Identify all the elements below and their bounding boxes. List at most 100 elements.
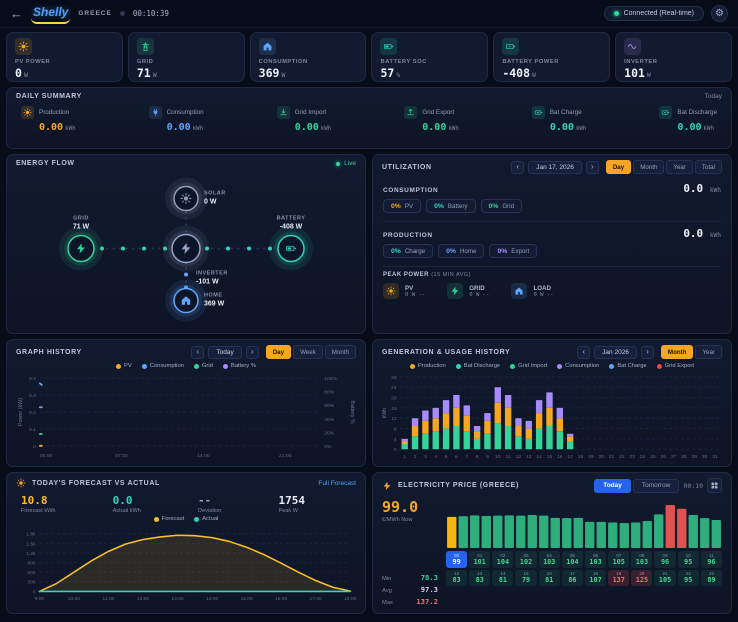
price-cell-20[interactable]: 20125 bbox=[631, 570, 652, 587]
shelly-logo[interactable]: Shelly bbox=[31, 3, 70, 24]
daily-summary-title: DAILY SUMMARY bbox=[16, 93, 82, 100]
price-cell-13[interactable]: 1383 bbox=[469, 570, 490, 587]
kpi-card-battery-power[interactable]: BATTERY POWER-408W bbox=[493, 32, 610, 82]
price-value: 95 bbox=[678, 576, 699, 584]
graph-mode-week-button[interactable]: Week bbox=[293, 345, 323, 359]
utilization-mode-year-button[interactable]: Year bbox=[666, 160, 693, 174]
date-prev-button[interactable]: ‹ bbox=[511, 161, 524, 174]
price-cell-08[interactable]: 08103 bbox=[631, 551, 652, 568]
price-cell-02[interactable]: 02104 bbox=[492, 551, 513, 568]
price-value: 81 bbox=[539, 576, 560, 584]
svg-text:INVERTER: INVERTER bbox=[196, 271, 228, 277]
topbar-right: Connected (Real-time) ⚙ bbox=[604, 5, 728, 22]
price-cell-10[interactable]: 1095 bbox=[678, 551, 699, 568]
live-badge: Live bbox=[336, 160, 356, 167]
flow-node-solar[interactable] bbox=[165, 178, 207, 220]
grid-view-icon[interactable] bbox=[707, 478, 722, 493]
consumption-source-pv-badge[interactable]: 0%PV bbox=[383, 199, 421, 213]
price-cell-18[interactable]: 18107 bbox=[585, 570, 606, 587]
flow-node-grid[interactable] bbox=[59, 227, 103, 271]
kpi-card-consumption[interactable]: CONSUMPTION369W bbox=[250, 32, 367, 82]
generation-prev-button[interactable]: ‹ bbox=[577, 346, 590, 359]
kpi-card-grid[interactable]: GRID71W bbox=[128, 32, 245, 82]
consumption-source-pv-label: PV bbox=[405, 203, 413, 210]
price-cell-14[interactable]: 1481 bbox=[492, 570, 513, 587]
price-cell-12[interactable]: 1283 bbox=[446, 570, 467, 587]
production-dest-home-badge[interactable]: 0%Home bbox=[438, 244, 484, 258]
price-cell-09[interactable]: 0996 bbox=[654, 551, 675, 568]
flow-node-inverter[interactable] bbox=[163, 226, 209, 272]
price-cell-06[interactable]: 06103 bbox=[585, 551, 606, 568]
price-cell-23[interactable]: 2389 bbox=[701, 570, 722, 587]
price-cell-19[interactable]: 19137 bbox=[608, 570, 629, 587]
consumption-source-grid-percent: 0% bbox=[489, 203, 499, 210]
price-cell-03[interactable]: 03102 bbox=[515, 551, 536, 568]
generation-mode-month-button[interactable]: Month bbox=[661, 345, 694, 359]
price-cell-07[interactable]: 07105 bbox=[608, 551, 629, 568]
svg-text:18:00: 18:00 bbox=[344, 596, 356, 602]
price-cell-00[interactable]: 0099 bbox=[446, 551, 467, 568]
price-cell-22[interactable]: 2295 bbox=[678, 570, 699, 587]
legend-battery-[interactable]: Battery % bbox=[223, 363, 256, 369]
price-cell-05[interactable]: 05104 bbox=[562, 551, 583, 568]
svg-text:26: 26 bbox=[661, 454, 667, 460]
legend-pv[interactable]: PV bbox=[116, 363, 132, 369]
consumption-source-grid-badge[interactable]: 0%Grid bbox=[481, 199, 523, 213]
full-forecast-link[interactable]: Full Forecast bbox=[318, 480, 356, 487]
legend-forecast[interactable]: Forecast bbox=[154, 516, 185, 522]
svg-text:10:00: 10:00 bbox=[68, 596, 80, 602]
graph-mode-day-button[interactable]: Day bbox=[266, 345, 291, 359]
legend-consumption[interactable]: Consumption bbox=[142, 363, 184, 369]
legend-grid-export[interactable]: Grid Export bbox=[657, 363, 694, 369]
legend-production[interactable]: Production bbox=[410, 363, 446, 369]
utilization-mode-day-button[interactable]: Day bbox=[606, 160, 631, 174]
settings-gear-icon[interactable]: ⚙ bbox=[711, 5, 728, 22]
graph-date-picker[interactable]: Today bbox=[208, 346, 241, 359]
peak-value: 0 W -- bbox=[469, 292, 489, 298]
generation-header: GENERATION & USAGE HISTORY ‹ Jan 2026 › … bbox=[373, 340, 731, 362]
price-cell-16[interactable]: 1681 bbox=[539, 570, 560, 587]
price-tab-tomorrow-button[interactable]: Tomorrow bbox=[633, 479, 680, 493]
graph-mode-month-button[interactable]: Month bbox=[325, 345, 356, 359]
flow-node-home[interactable] bbox=[165, 280, 207, 322]
legend-grid-import[interactable]: Grid Import bbox=[510, 363, 547, 369]
peak-name: LOAD bbox=[533, 285, 553, 292]
summary-number: 0.00 bbox=[677, 122, 701, 133]
legend-bat-discharge[interactable]: Bat Discharge bbox=[456, 363, 500, 369]
generation-mode-year-button[interactable]: Year bbox=[695, 345, 722, 359]
legend-grid[interactable]: Grid bbox=[194, 363, 213, 369]
price-cell-15[interactable]: 1579 bbox=[515, 570, 536, 587]
svg-text:10: 10 bbox=[495, 454, 501, 460]
summary-item-top: Bat Discharge bbox=[659, 106, 717, 119]
consumption-source-battery-badge[interactable]: 0%Battery bbox=[426, 199, 475, 213]
connection-status-badge[interactable]: Connected (Real-time) bbox=[604, 6, 704, 21]
kpi-card-pv-power[interactable]: PV POWER0W bbox=[6, 32, 123, 82]
svg-text:9:00: 9:00 bbox=[35, 596, 45, 602]
legend-actual[interactable]: Actual bbox=[194, 516, 218, 522]
legend-bat-charge[interactable]: Bat Charge bbox=[609, 363, 646, 369]
graph-next-button[interactable]: › bbox=[246, 346, 259, 359]
price-cell-21[interactable]: 21105 bbox=[654, 570, 675, 587]
kpi-card-inverter[interactable]: INVERTER101W bbox=[615, 32, 732, 82]
price-tab-today-button[interactable]: Today bbox=[594, 479, 631, 493]
utilization-mode-total-button[interactable]: Total bbox=[695, 160, 722, 174]
price-cell-04[interactable]: 04103 bbox=[539, 551, 560, 568]
production-dest-export-badge[interactable]: 0%Export bbox=[489, 244, 537, 258]
generation-next-button[interactable]: › bbox=[641, 346, 654, 359]
price-cell-11[interactable]: 1196 bbox=[701, 551, 722, 568]
date-next-button[interactable]: › bbox=[586, 161, 599, 174]
generation-date-picker[interactable]: Jan 2026 bbox=[594, 346, 637, 359]
price-value: 95 bbox=[678, 558, 699, 566]
kpi-value: -408W bbox=[502, 66, 601, 80]
back-button[interactable]: ← bbox=[10, 7, 23, 20]
graph-prev-button[interactable]: ‹ bbox=[191, 346, 204, 359]
price-cell-01[interactable]: 01101 bbox=[469, 551, 490, 568]
sun-icon bbox=[383, 283, 399, 299]
kpi-card-battery-soc[interactable]: BATTERY SOC57% bbox=[371, 32, 488, 82]
date-picker[interactable]: Jan 17, 2026 bbox=[528, 161, 582, 174]
price-cell-17[interactable]: 1786 bbox=[562, 570, 583, 587]
flow-node-battery[interactable] bbox=[269, 227, 313, 271]
legend-consumption[interactable]: Consumption bbox=[557, 363, 599, 369]
utilization-mode-month-button[interactable]: Month bbox=[633, 160, 664, 174]
production-dest-charge-badge[interactable]: 0%Charge bbox=[383, 244, 433, 258]
